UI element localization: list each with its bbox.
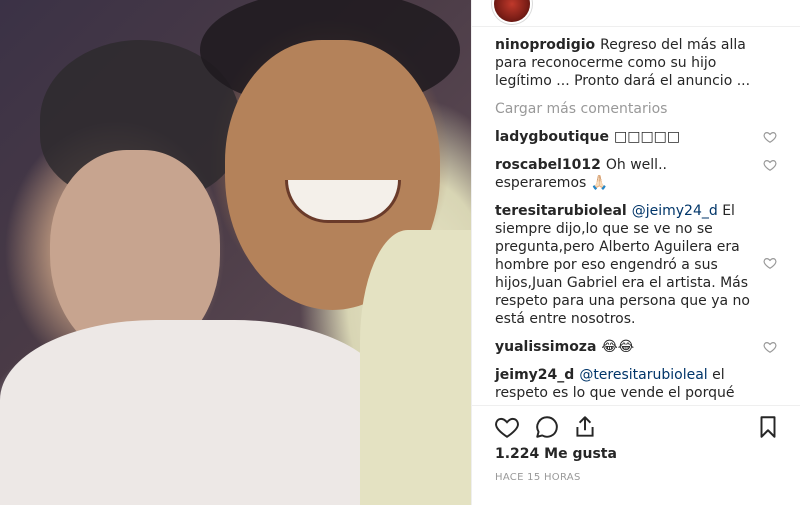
- load-more-comments-link[interactable]: Cargar más comentarios: [472, 100, 800, 118]
- comment-mention[interactable]: @teresitarubioleal: [579, 367, 707, 383]
- comment-item: roscabel1012 Oh well.. esperaremos 🙏🏻: [472, 156, 800, 192]
- photo-shirt-right: [360, 230, 471, 505]
- speech-bubble-icon[interactable]: [534, 414, 560, 440]
- comment-text: El siempre dijo,lo que se ve no se pregu…: [495, 203, 750, 327]
- comment-item: teresitarubioleal @jeimy24_d El siempre d…: [472, 202, 800, 328]
- bookmark-icon[interactable]: [755, 414, 781, 440]
- comment-mention[interactable]: @jeimy24_d: [632, 203, 718, 219]
- heart-icon[interactable]: [763, 256, 777, 270]
- post-photo: [0, 0, 471, 505]
- comment-item: jeimy24_d @teresitarubioleal el respeto e…: [472, 366, 800, 402]
- post-timestamp: HACE 15 HORAS: [495, 472, 581, 483]
- comment-item: ladygboutique □□□□□: [472, 128, 800, 146]
- heart-icon[interactable]: [763, 340, 777, 354]
- post-header: [472, 0, 800, 27]
- post-side-panel: ninoprodigio Regreso del más alla para re…: [471, 0, 800, 505]
- comment-text: 😂😂: [601, 339, 635, 355]
- photo-shirt-left: [0, 320, 390, 505]
- comment-item: yualissimoza 😂😂: [472, 338, 800, 356]
- comment-text: □□□□□: [614, 129, 681, 145]
- comments-list: ninoprodigio Regreso del más alla para re…: [472, 36, 800, 402]
- post-actions-bar: [472, 405, 800, 446]
- comment-username[interactable]: teresitarubioleal: [495, 203, 627, 219]
- heart-icon[interactable]: [494, 414, 520, 440]
- caption-username[interactable]: ninoprodigio: [495, 37, 595, 53]
- heart-icon[interactable]: [763, 158, 777, 172]
- comment-username[interactable]: jeimy24_d: [495, 367, 574, 383]
- share-icon[interactable]: [572, 414, 598, 440]
- avatar[interactable]: [494, 0, 530, 22]
- comment-username[interactable]: ladygboutique: [495, 129, 609, 145]
- heart-icon[interactable]: [763, 130, 777, 144]
- comment-username[interactable]: yualissimoza: [495, 339, 596, 355]
- caption: ninoprodigio Regreso del más alla para re…: [472, 36, 800, 90]
- likes-count[interactable]: 1.224 Me gusta: [495, 446, 617, 462]
- comment-username[interactable]: roscabel1012: [495, 157, 601, 173]
